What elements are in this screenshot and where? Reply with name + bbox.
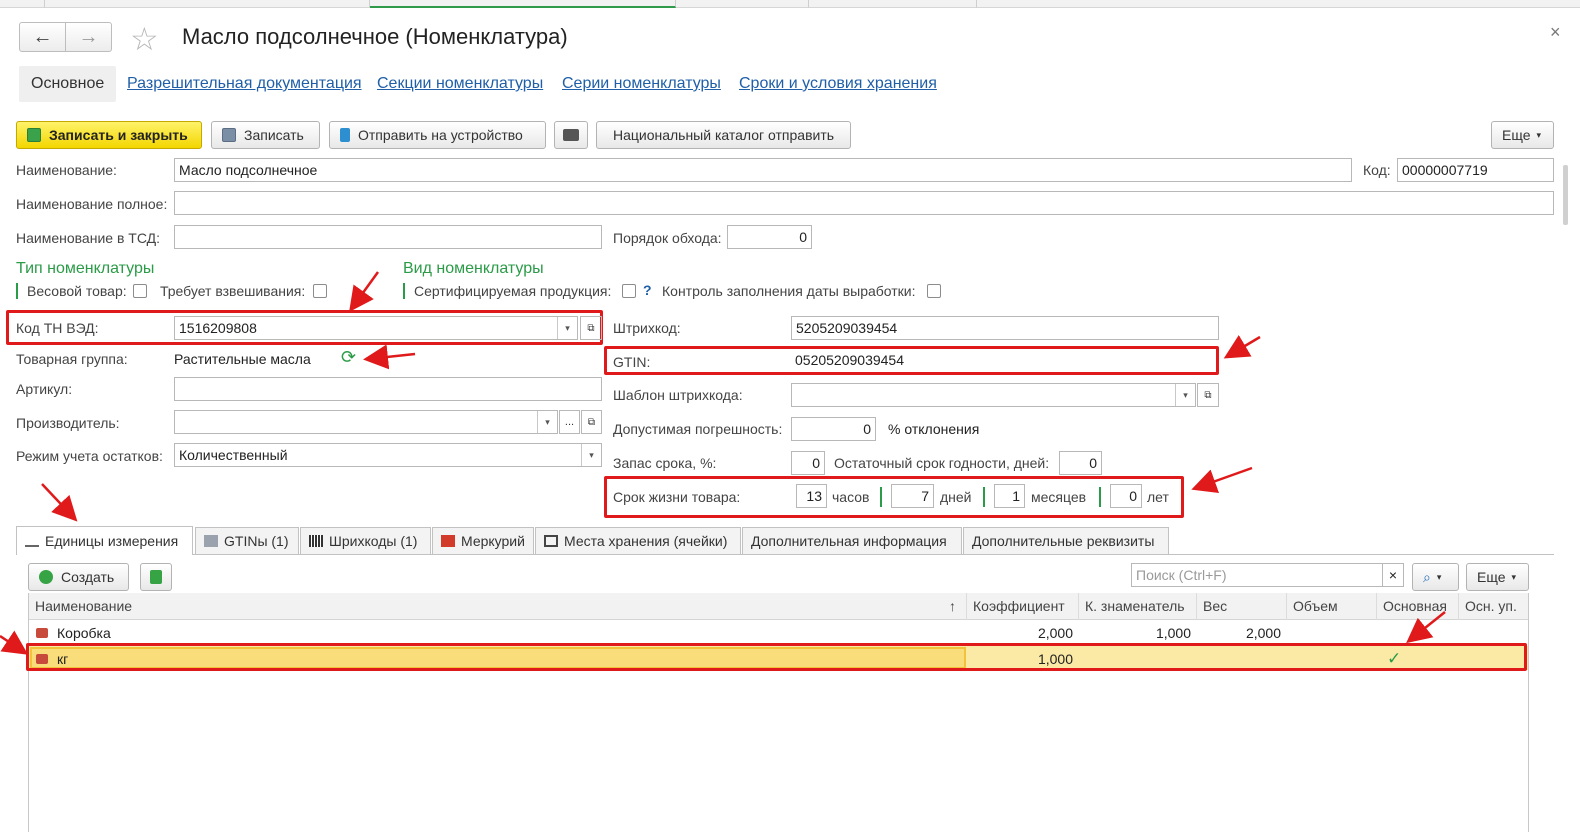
arrow-group xyxy=(363,344,416,370)
arrow-tnved xyxy=(349,271,380,313)
annotation-arrows xyxy=(0,271,1446,655)
arrow-row xyxy=(0,630,29,655)
arrow-gtin xyxy=(1223,335,1261,359)
arrow-main xyxy=(1406,611,1446,644)
arrow-units-tab xyxy=(41,483,78,522)
arrow-lifetime xyxy=(1191,466,1253,494)
